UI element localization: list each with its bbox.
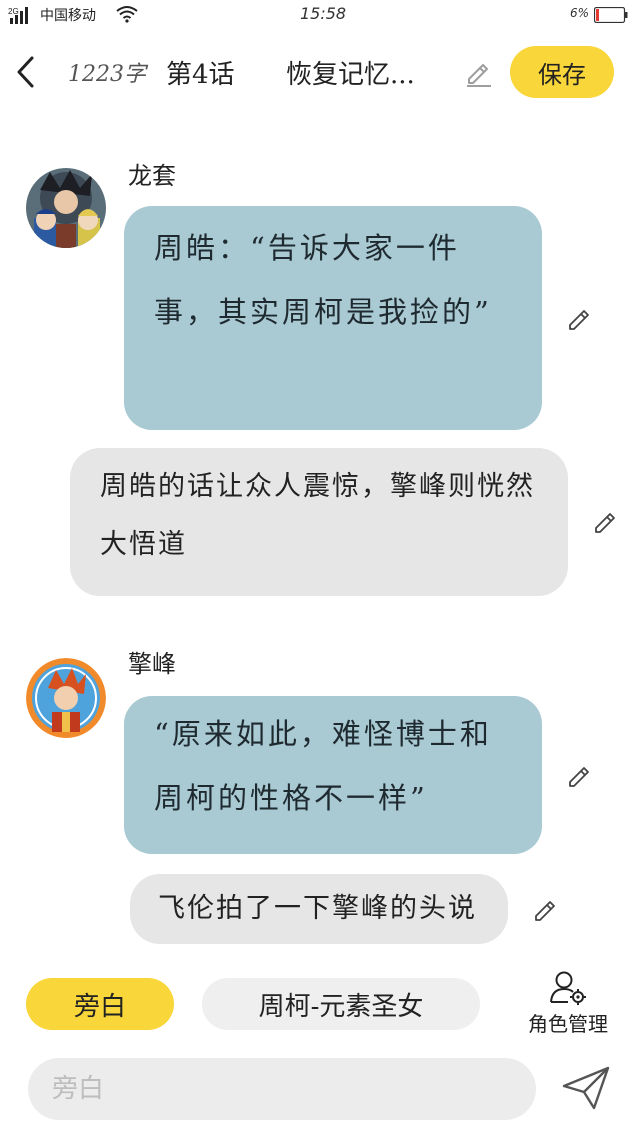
speaker-name: 擎峰 bbox=[128, 650, 176, 678]
narration-text: 飞伦拍了一下擎峰的头说 bbox=[158, 893, 477, 924]
role-chip-label: 周柯-元素圣女 bbox=[258, 991, 424, 1022]
save-button[interactable]: 保存 bbox=[510, 46, 614, 98]
avatar[interactable] bbox=[26, 168, 106, 248]
chapter-number: 第4话 bbox=[166, 60, 235, 90]
network-type: 2G bbox=[8, 7, 19, 16]
role-chip-label: 旁白 bbox=[73, 991, 126, 1022]
word-count: 1223字 bbox=[68, 62, 146, 87]
role-manage-icon bbox=[550, 971, 586, 1005]
narration-bubble[interactable]: 周皓的话让众人震惊，擎峰则恍然大悟道 bbox=[70, 448, 568, 596]
dialogue-bubble[interactable]: 周皓：“告诉大家一件事，其实周柯是我捡的” bbox=[124, 206, 542, 430]
clock: 15:58 bbox=[300, 4, 347, 23]
narration-bubble[interactable]: 飞伦拍了一下擎峰的头说 bbox=[130, 874, 508, 944]
role-manage-button[interactable]: 角色管理 bbox=[518, 970, 618, 1036]
message-input[interactable] bbox=[28, 1058, 536, 1120]
character-avatar-image bbox=[26, 658, 106, 738]
dialogue-text: “原来如此，难怪博士和周柯的性格不一样” bbox=[154, 717, 492, 815]
chapter-title[interactable]: 恢复记忆... bbox=[286, 54, 415, 91]
speaker-name: 龙套 bbox=[128, 162, 176, 190]
role-manage-label: 角色管理 bbox=[528, 1012, 608, 1036]
status-bar: 2G 中国移动 15:58 6% bbox=[0, 0, 640, 32]
signal-icon: 2G bbox=[8, 7, 28, 24]
dialogue-text: 周皓：“告诉大家一件事，其实周柯是我捡的” bbox=[154, 231, 492, 329]
edit-message-icon[interactable] bbox=[532, 896, 560, 924]
dialogue-bubble[interactable]: “原来如此，难怪博士和周柯的性格不一样” bbox=[124, 696, 542, 854]
character-avatar-image bbox=[26, 168, 106, 248]
editor-header: 1223字 第4话 恢复记忆... 保存 bbox=[0, 40, 640, 104]
battery-icon bbox=[594, 7, 628, 23]
battery-percent: 6% bbox=[570, 6, 590, 20]
edit-message-icon[interactable] bbox=[566, 305, 594, 333]
role-chip-character[interactable]: 周柯-元素圣女 bbox=[202, 978, 480, 1030]
narration-text: 周皓的话让众人震惊，擎峰则恍然大悟道 bbox=[100, 471, 535, 560]
edit-title-icon[interactable] bbox=[464, 58, 494, 88]
wifi-icon bbox=[116, 6, 138, 23]
carrier-name: 中国移动 bbox=[40, 8, 96, 24]
edit-message-icon[interactable] bbox=[592, 508, 620, 536]
edit-message-icon[interactable] bbox=[566, 762, 594, 790]
send-icon[interactable] bbox=[560, 1064, 612, 1112]
role-chip-narrator[interactable]: 旁白 bbox=[26, 978, 174, 1030]
back-arrow-icon[interactable] bbox=[10, 52, 44, 92]
avatar[interactable] bbox=[26, 658, 106, 738]
